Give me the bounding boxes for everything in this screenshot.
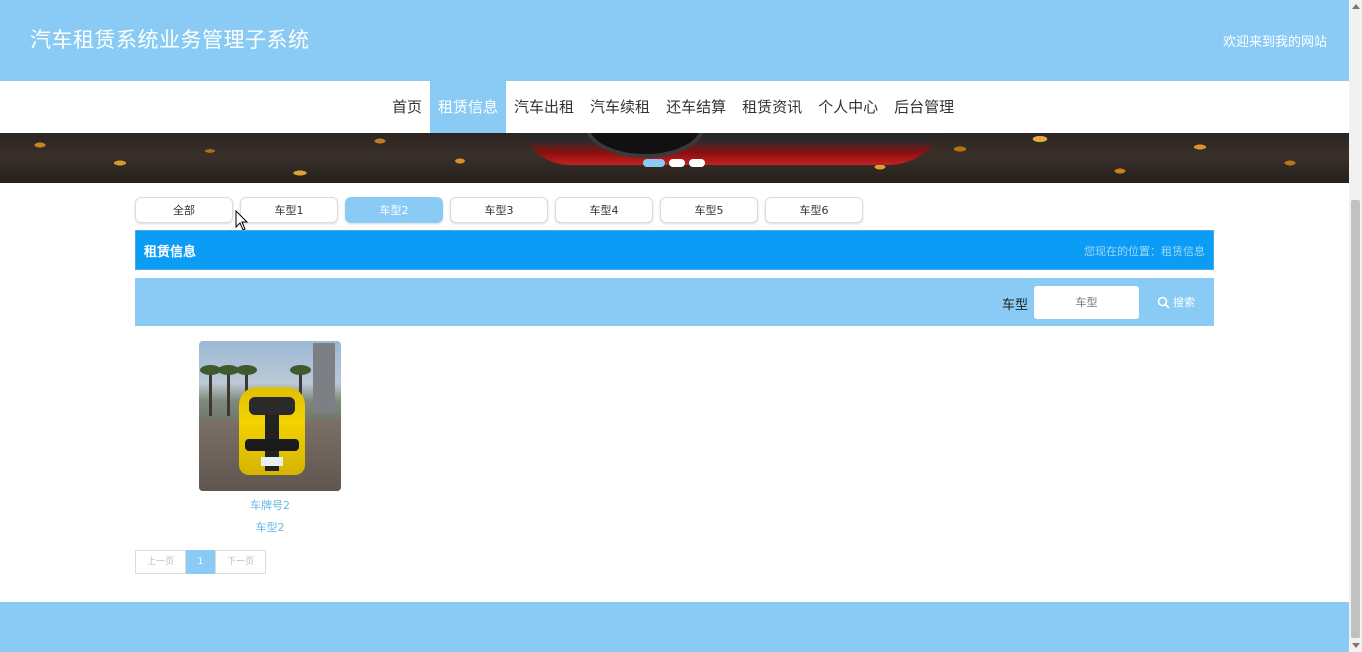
nav-item-renewal[interactable]: 汽车续租	[582, 81, 658, 133]
mouse-cursor-icon	[235, 210, 249, 231]
footer	[0, 602, 1349, 652]
rental-card[interactable]: 车牌号2 车型2	[199, 341, 341, 535]
nav-menu: 首页 租赁信息 汽车出租 汽车续租 还车结算 租赁资讯 个人中心 后台管理	[384, 81, 962, 133]
vertical-scrollbar[interactable]	[1349, 0, 1362, 652]
card-plate-number[interactable]: 车牌号2	[199, 497, 341, 513]
search-label: 车型	[1002, 298, 1029, 313]
palm-tree	[200, 365, 221, 416]
building	[313, 343, 335, 413]
scroll-up-arrow-icon[interactable]	[1352, 4, 1360, 9]
nav-item-rental-info[interactable]: 租赁信息	[430, 81, 507, 133]
scrollbar-thumb[interactable]	[1351, 200, 1360, 638]
search-icon	[1157, 296, 1170, 309]
carousel-dot-1[interactable]	[643, 159, 665, 167]
category-type-2[interactable]: 车型2	[345, 197, 443, 223]
category-type-6[interactable]: 车型6	[765, 197, 863, 223]
site-title: 汽车租赁系统业务管理子系统	[30, 28, 310, 52]
card-car-type[interactable]: 车型2	[199, 519, 341, 535]
car-windshield	[249, 397, 295, 415]
car-photo[interactable]	[199, 341, 341, 491]
car-plate	[261, 457, 283, 466]
search-button[interactable]: 搜索	[1157, 294, 1195, 310]
category-type-5[interactable]: 车型5	[660, 197, 758, 223]
page-number-button[interactable]: 1	[186, 550, 215, 574]
search-input[interactable]	[1034, 286, 1139, 319]
carousel-indicators	[643, 159, 705, 167]
banner-car-image	[520, 133, 950, 165]
yellow-car	[239, 387, 305, 475]
main-nav: 首页 租赁信息 汽车出租 汽车续租 还车结算 租赁资讯 个人中心 后台管理	[0, 81, 1349, 133]
prev-page-button[interactable]: 上一页	[135, 550, 186, 574]
section-title: 租赁信息	[144, 245, 197, 260]
scroll-down-arrow-icon[interactable]	[1352, 643, 1360, 648]
nav-item-personal-center[interactable]: 个人中心	[810, 81, 886, 133]
next-page-button[interactable]: 下一页	[215, 550, 266, 574]
nav-item-home[interactable]: 首页	[384, 81, 430, 133]
carousel-dot-2[interactable]	[669, 159, 685, 167]
breadcrumb: 您现在的位置：租赁信息	[1084, 245, 1205, 258]
nav-item-return-settlement[interactable]: 还车结算	[658, 81, 734, 133]
category-type-3[interactable]: 车型3	[450, 197, 548, 223]
section-header: 租赁信息 您现在的位置：租赁信息	[135, 230, 1214, 270]
welcome-text: 欢迎来到我的网站	[1222, 35, 1327, 50]
nav-item-admin[interactable]: 后台管理	[886, 81, 962, 133]
nav-item-rental-news[interactable]: 租赁资讯	[734, 81, 810, 133]
car-grille	[245, 439, 299, 451]
category-type-4[interactable]: 车型4	[555, 197, 653, 223]
banner-carousel	[0, 133, 1349, 183]
page: 汽车租赁系统业务管理子系统 欢迎来到我的网站 首页 租赁信息 汽车出租 汽车续租…	[0, 0, 1362, 652]
palm-tree	[218, 365, 239, 416]
carousel-dot-3[interactable]	[689, 159, 705, 167]
search-bar: 车型 搜索	[135, 278, 1214, 326]
category-all[interactable]: 全部	[135, 197, 233, 223]
nav-item-car-rental[interactable]: 汽车出租	[506, 81, 582, 133]
category-type-1[interactable]: 车型1	[240, 197, 338, 223]
pagination: 上一页 1 下一页	[135, 550, 266, 574]
top-header: 汽车租赁系统业务管理子系统 欢迎来到我的网站	[0, 0, 1349, 81]
search-button-label: 搜索	[1173, 296, 1195, 309]
